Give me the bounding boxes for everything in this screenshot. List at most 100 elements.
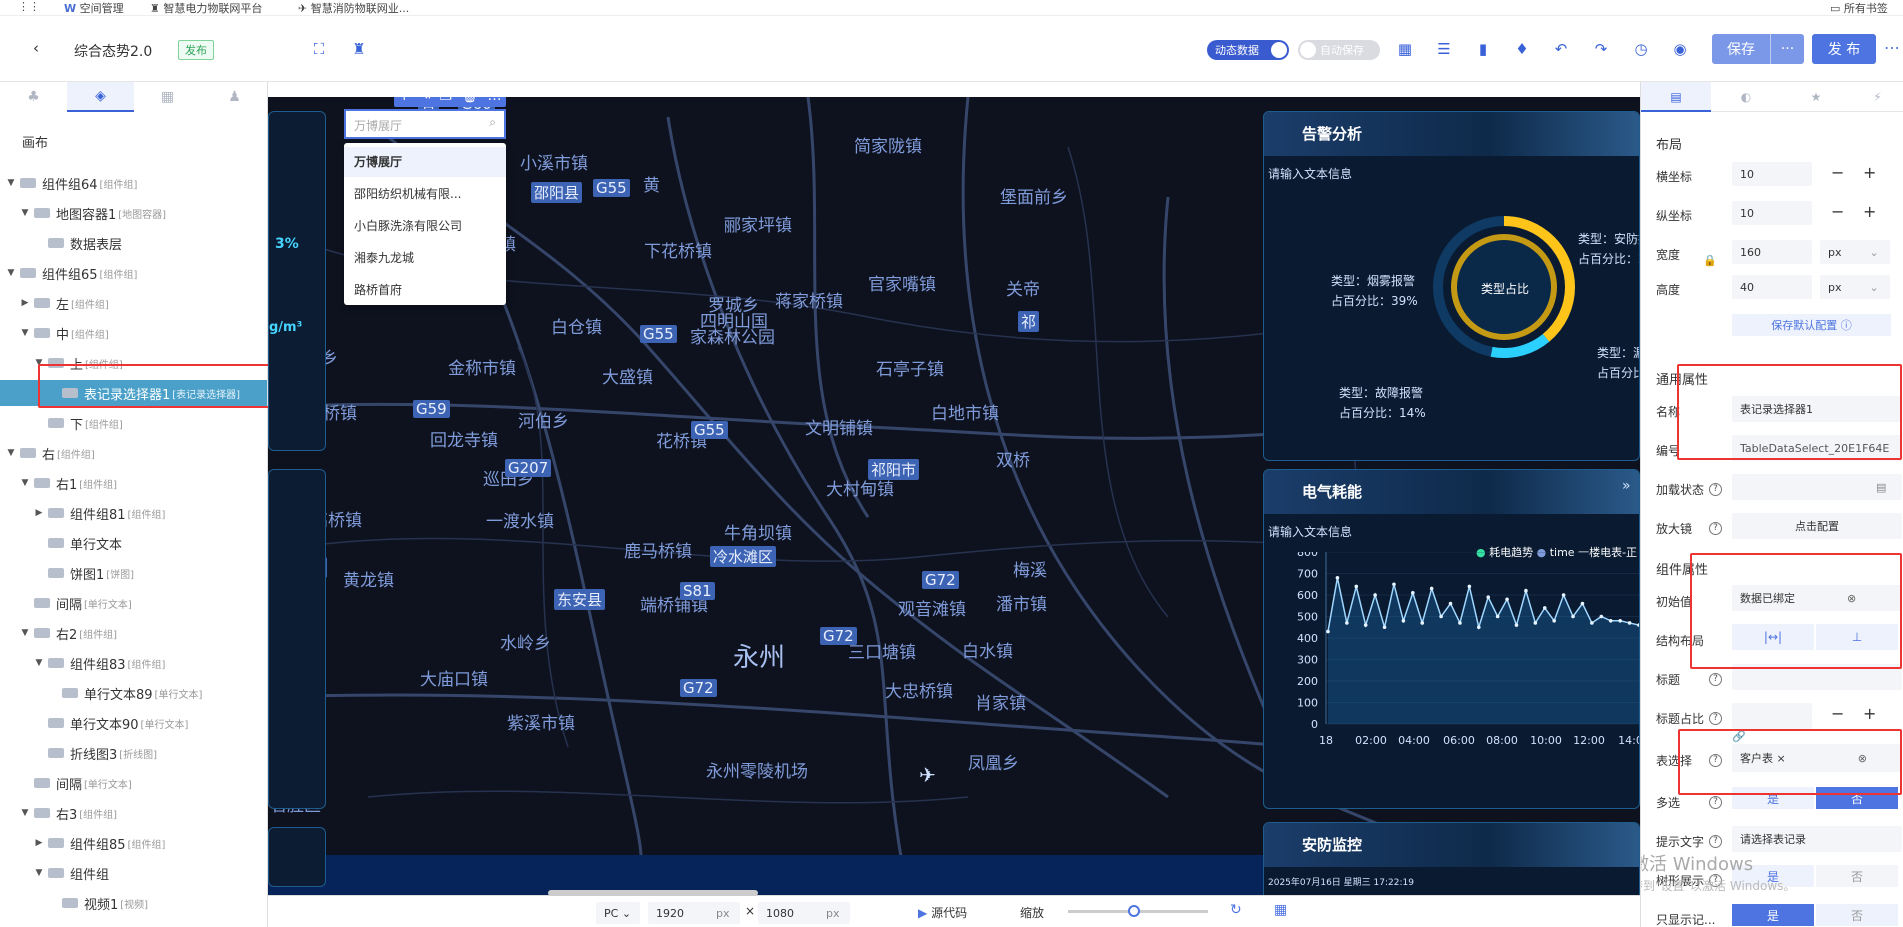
- layer-tree-item[interactable]: 饼图1 [饼图]: [0, 560, 267, 586]
- load-state-input[interactable]: ▤: [1732, 474, 1902, 500]
- dropdown-option[interactable]: 湘泰九龙城: [344, 243, 506, 273]
- layer-tree-item[interactable]: ▼ 右 [组件组]: [0, 440, 267, 466]
- database-icon[interactable]: ☰: [1435, 40, 1453, 58]
- tab-grid[interactable]: ▦: [134, 82, 201, 112]
- layer-tree-item[interactable]: ▼ 右2 [组件组]: [0, 620, 267, 646]
- layer-tree-item[interactable]: 间隔 [单行文本]: [0, 590, 267, 616]
- only-show-no-button[interactable]: 否: [1816, 904, 1898, 926]
- expand-arrow-icon[interactable]: ▶: [34, 508, 44, 518]
- apps-icon[interactable]: ⋮⋮: [18, 0, 40, 13]
- history-icon[interactable]: ◷: [1632, 40, 1650, 58]
- tab-user[interactable]: ♟: [201, 82, 267, 112]
- refresh-icon[interactable]: ↻: [1230, 902, 1242, 918]
- bookmark-power-iot[interactable]: ♜ 智慧电力物联网平台: [150, 0, 262, 16]
- expand-arrow-icon[interactable]: ▶: [34, 838, 44, 848]
- ratio-plus-button[interactable]: +: [1863, 704, 1876, 723]
- more-icon[interactable]: ⋯: [1884, 38, 1900, 57]
- tab-components[interactable]: ♣: [0, 82, 67, 112]
- table-record-selector[interactable]: 万博展厅 ⌕: [344, 109, 506, 139]
- hint-text-input[interactable]: 请选择表记录: [1732, 826, 1902, 852]
- expand-arrow-icon[interactable]: ▼: [6, 268, 16, 278]
- expand-arrow-icon[interactable]: ▼: [6, 178, 16, 188]
- save-more-button[interactable]: ···: [1771, 41, 1804, 57]
- canvas-height-input[interactable]: 1080 px: [758, 902, 850, 924]
- tab-layers[interactable]: ◈: [67, 82, 134, 112]
- dropdown-option[interactable]: 邵阳纺织机械有限...: [344, 179, 506, 209]
- layer-tree-item[interactable]: 单行文本89 [单行文本]: [0, 680, 267, 706]
- auto-save-toggle[interactable]: 自动保存: [1298, 40, 1380, 60]
- brush-icon[interactable]: ♜: [350, 40, 368, 58]
- horizontal-scrollbar[interactable]: [548, 890, 758, 896]
- bookmark-all[interactable]: ▭ 所有书签: [1830, 0, 1888, 16]
- redo-icon[interactable]: ↷: [1592, 40, 1610, 58]
- chart-icon[interactable]: ▦: [1396, 40, 1414, 58]
- height-unit-select[interactable]: px ⌄: [1820, 275, 1890, 299]
- width-unit-select[interactable]: px ⌄: [1820, 240, 1890, 264]
- expand-arrow-icon[interactable]: ▼: [34, 658, 44, 668]
- save-button[interactable]: 保存 ···: [1712, 34, 1804, 64]
- layer-tree-item[interactable]: 折线图3 [折线图]: [0, 740, 267, 766]
- source-code-button[interactable]: ▶ 源代码: [918, 904, 967, 921]
- height-input[interactable]: 40: [1732, 275, 1812, 299]
- add-icon[interactable]: +: [398, 97, 410, 104]
- dynamic-data-toggle[interactable]: 动态数据: [1207, 40, 1289, 60]
- back-icon[interactable]: ‹: [28, 39, 44, 57]
- dropdown-option[interactable]: 路桥首府: [344, 275, 506, 305]
- lock-ratio-icon[interactable]: 🔒: [1703, 254, 1717, 267]
- title-ratio-input[interactable]: [1732, 703, 1812, 729]
- expand-icon[interactable]: »: [1622, 478, 1631, 494]
- enter-icon[interactable]: ⇥: [419, 97, 431, 104]
- layer-tree-item[interactable]: ▼ 组件组83 [组件组]: [0, 650, 267, 676]
- layer-tree-item[interactable]: ▼ 组件组65 [组件组]: [0, 260, 267, 286]
- undo-icon[interactable]: ↶: [1552, 40, 1570, 58]
- tab-style-icon[interactable]: ◐: [1711, 82, 1781, 112]
- layer-tree-item[interactable]: ▼ 中 [组件组]: [0, 320, 267, 346]
- expand-arrow-icon[interactable]: ▼: [20, 808, 30, 818]
- layer-tree-item[interactable]: ▼ 地图容器1 [地图容器]: [0, 200, 267, 226]
- canvas-width-input[interactable]: 1920 px: [648, 902, 740, 924]
- layer-tree-item[interactable]: 数据表层: [0, 230, 267, 256]
- expand-arrow-icon[interactable]: ▶: [20, 298, 30, 308]
- dropdown-option[interactable]: 小白豚洗涤有限公司: [344, 211, 506, 241]
- y-plus-button[interactable]: +: [1863, 202, 1876, 221]
- ratio-minus-button[interactable]: −: [1831, 704, 1844, 723]
- layer-tree-item[interactable]: ▶ 组件组81 [组件组]: [0, 500, 267, 526]
- preview-eye-icon[interactable]: ◉: [1671, 40, 1689, 58]
- tab-interaction-icon[interactable]: ⚡: [1851, 82, 1903, 112]
- layer-tree-item[interactable]: ▼ 右1 [组件组]: [0, 470, 267, 496]
- magnifier-config-button[interactable]: 点击配置: [1732, 513, 1902, 539]
- fit-screen-icon[interactable]: ⛶: [310, 40, 328, 58]
- layer-tree-item[interactable]: 下 [组件组]: [0, 410, 267, 436]
- layer-tree-item[interactable]: 间隔 [单行文本]: [0, 770, 267, 796]
- expand-arrow-icon[interactable]: ▼: [34, 868, 44, 878]
- expand-arrow-icon[interactable]: ▼: [20, 628, 30, 638]
- delete-icon[interactable]: 🗑: [461, 97, 479, 104]
- dropdown-option[interactable]: 万博展厅: [344, 147, 506, 177]
- toolbar-more-icon[interactable]: …: [488, 97, 502, 104]
- zoom-slider-handle[interactable]: [1128, 905, 1140, 917]
- width-input[interactable]: 160: [1732, 240, 1812, 264]
- expand-arrow-icon[interactable]: ▼: [20, 478, 30, 488]
- y-minus-button[interactable]: −: [1831, 202, 1844, 221]
- expand-arrow-icon[interactable]: ▼: [20, 328, 30, 338]
- device-select[interactable]: PC ⌄: [596, 902, 640, 924]
- layer-tree-item[interactable]: ▶ 左 [组件组]: [0, 290, 267, 316]
- layer-tree-item[interactable]: 单行文本: [0, 530, 267, 556]
- layer-tree-item[interactable]: ▶ 组件组85 [组件组]: [0, 830, 267, 856]
- expand-arrow-icon[interactable]: ▼: [20, 208, 30, 218]
- publish-button[interactable]: 发 布: [1812, 34, 1876, 64]
- bookmark-fire-iot[interactable]: ✈ 智慧消防物联网业...: [298, 0, 409, 16]
- grid-icon[interactable]: ▦: [1274, 902, 1287, 918]
- bookmark-space-manage[interactable]: W 空间管理: [64, 0, 124, 16]
- tab-properties-icon[interactable]: ▤: [1641, 82, 1711, 112]
- y-input[interactable]: 10: [1732, 201, 1812, 225]
- copy-icon[interactable]: ❐: [440, 97, 453, 104]
- layer-tree-item[interactable]: ▼ 右3 [组件组]: [0, 800, 267, 826]
- layer-tree-item[interactable]: ▼ 组件组: [0, 860, 267, 886]
- layer-tree-item[interactable]: ▼ 组件组64 [组件组]: [0, 170, 267, 196]
- tab-favorite-icon[interactable]: ★: [1781, 82, 1851, 112]
- x-input[interactable]: 10: [1732, 162, 1812, 186]
- only-show-yes-button[interactable]: 是: [1732, 904, 1814, 926]
- x-plus-button[interactable]: +: [1863, 163, 1876, 182]
- bar-chart-icon[interactable]: ▮: [1474, 40, 1492, 58]
